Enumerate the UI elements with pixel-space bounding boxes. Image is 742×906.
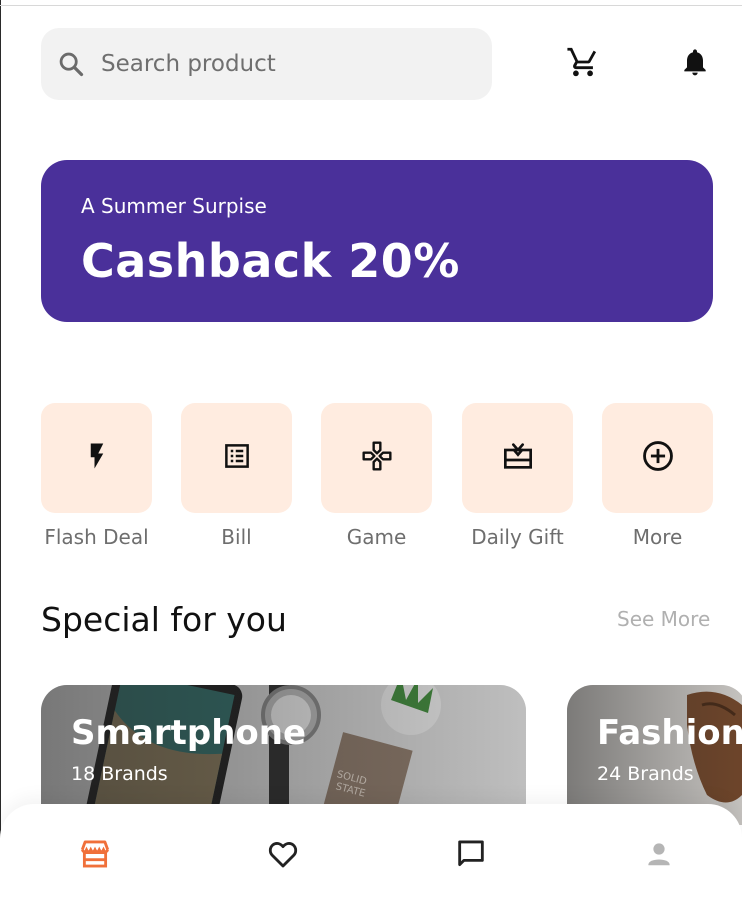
nav-shop[interactable] — [75, 836, 115, 876]
search-input[interactable] — [101, 51, 461, 77]
category-tile — [41, 403, 152, 513]
shop-icon — [78, 837, 112, 875]
category-label: More — [632, 525, 683, 549]
category-label: Game — [346, 525, 407, 549]
flash-icon — [82, 441, 112, 475]
card-subtitle: 18 Brands — [71, 763, 168, 785]
section-title: Special for you — [41, 600, 287, 639]
category-label: Flash Deal — [44, 525, 149, 549]
bell-icon — [679, 46, 711, 82]
category-tile — [602, 403, 713, 513]
category-flash-deal[interactable]: Flash Deal — [41, 403, 152, 549]
cart-icon — [566, 45, 600, 83]
category-bill[interactable]: Bill — [181, 403, 292, 549]
gamepad-icon — [361, 440, 393, 476]
nav-favorites[interactable] — [263, 836, 303, 876]
nav-profile[interactable] — [639, 836, 679, 876]
search-icon — [57, 50, 85, 78]
banner-subtitle: A Summer Surpise — [81, 194, 267, 218]
category-tile — [321, 403, 432, 513]
banner-title: Cashback 20% — [81, 234, 460, 288]
category-game[interactable]: Game — [321, 403, 432, 549]
promo-banner[interactable]: A Summer Surpise Cashback 20% — [41, 160, 713, 322]
see-more-link[interactable]: See More — [617, 607, 710, 631]
category-tile — [462, 403, 573, 513]
status-divider — [0, 5, 742, 6]
user-icon — [644, 839, 674, 873]
gift-icon — [502, 440, 534, 476]
card-title: Smartphone — [71, 713, 307, 753]
window-edge — [0, 0, 1, 906]
plus-circle-icon — [641, 439, 675, 477]
card-title: Fashion — [597, 713, 742, 753]
heart-icon — [266, 837, 300, 875]
chat-icon — [454, 837, 488, 875]
notification-button[interactable] — [675, 44, 715, 84]
card-subtitle: 24 Brands — [597, 763, 694, 785]
category-more[interactable]: More — [602, 403, 713, 549]
category-tile — [181, 403, 292, 513]
search-bar[interactable] — [41, 28, 492, 100]
category-label: Bill — [221, 525, 252, 549]
cart-button[interactable] — [563, 44, 603, 84]
bottom-navigation — [0, 804, 742, 906]
bill-icon — [222, 441, 252, 475]
nav-messages[interactable] — [451, 836, 491, 876]
category-label: Daily Gift — [471, 525, 564, 549]
category-daily-gift[interactable]: Daily Gift — [462, 403, 573, 549]
